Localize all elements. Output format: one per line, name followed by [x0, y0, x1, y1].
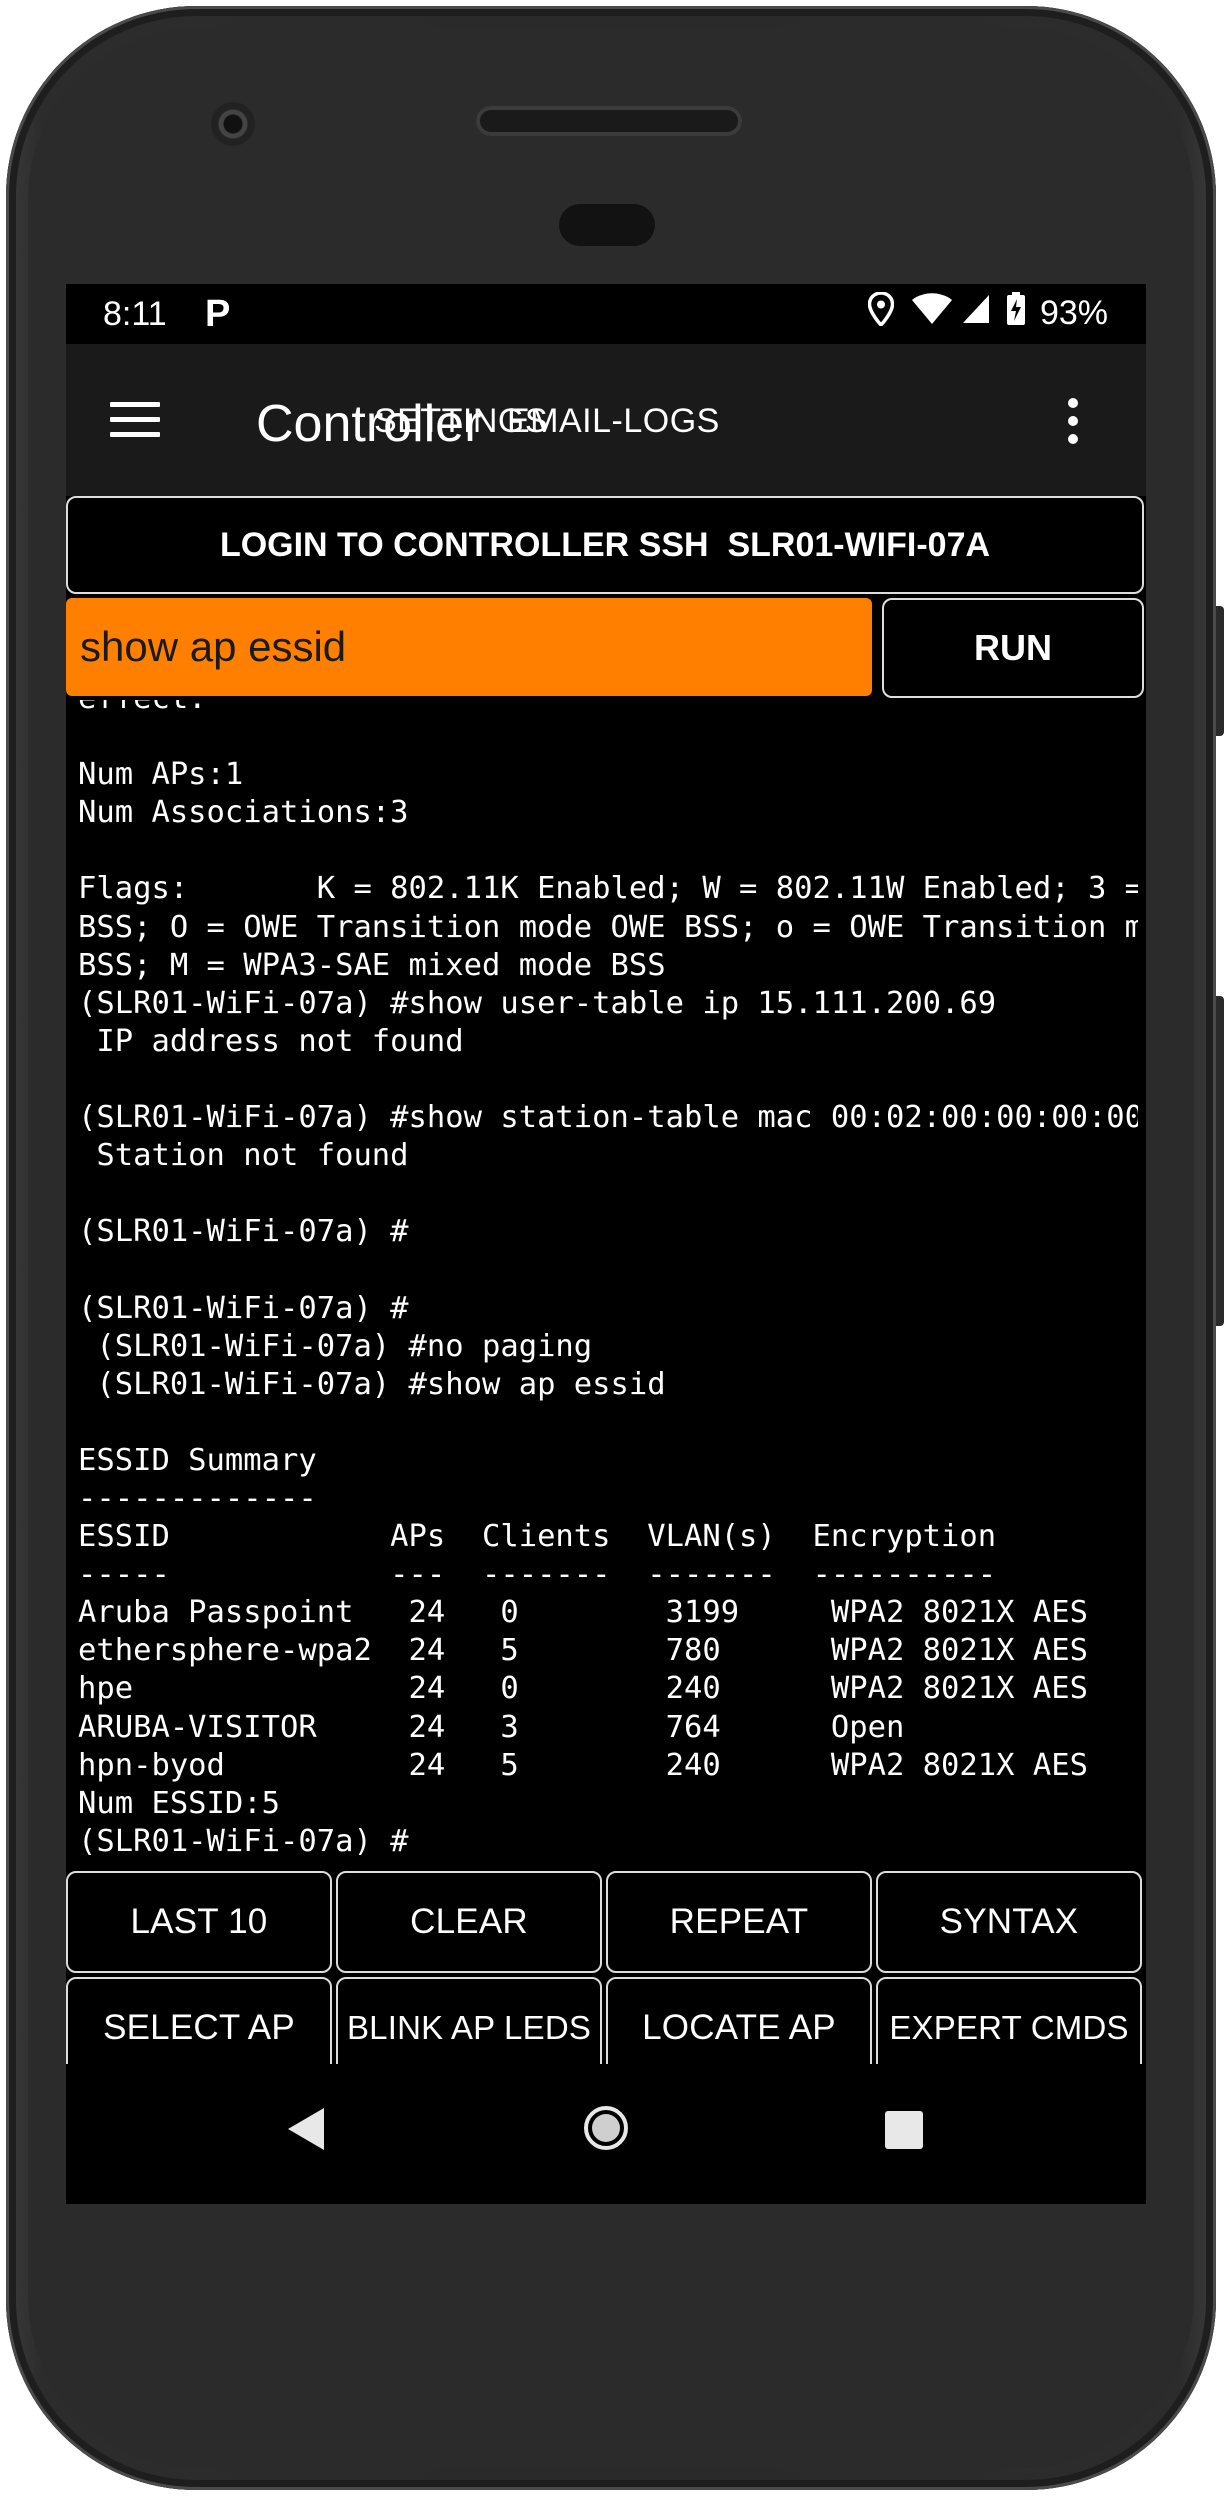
- wifi-icon: [911, 293, 952, 334]
- battery-percent: 93%: [1039, 294, 1108, 332]
- front-camera: [211, 102, 255, 146]
- location-icon: [867, 291, 895, 335]
- status-time: 8:11: [103, 295, 167, 333]
- hamburger-menu-icon[interactable]: [110, 402, 160, 438]
- recents-icon[interactable]: [884, 2110, 924, 2155]
- clear-button[interactable]: CLEAR: [336, 1871, 602, 1973]
- console-output[interactable]: effect. Num APs:1 Num Associations:3 Fla…: [78, 700, 1138, 1868]
- proximity-sensor: [559, 204, 655, 246]
- power-button: [1216, 606, 1224, 736]
- email-logs-action[interactable]: EMAIL-LOGS: [507, 402, 720, 441]
- status-bar: 8:11 P 93%: [66, 284, 1146, 344]
- status-icons: 93%: [867, 291, 1108, 335]
- last-10-button[interactable]: LAST 10: [66, 1871, 332, 1973]
- app-bar: Controller SETTINGS EMAIL-LOGS: [66, 344, 1146, 496]
- home-icon[interactable]: [582, 2104, 630, 2157]
- signal-icon: [962, 294, 990, 333]
- command-input[interactable]: show ap essid: [66, 598, 872, 696]
- more-vert-icon[interactable]: [1068, 398, 1078, 444]
- login-controller-button[interactable]: LOGIN TO CONTROLLER SSH SLR01-WIFI-07A: [66, 496, 1144, 594]
- volume-rocker: [1216, 996, 1224, 1326]
- run-button[interactable]: RUN: [882, 598, 1144, 698]
- navigation-bar: [66, 2064, 1146, 2204]
- notification-p-icon: P: [205, 293, 231, 335]
- syntax-button[interactable]: SYNTAX: [876, 1871, 1142, 1973]
- earpiece-speaker: [476, 106, 742, 136]
- console-text: effect. Num APs:1 Num Associations:3 Fla…: [78, 700, 1138, 1859]
- screen: 8:11 P 93% Controller SETTINGS EMAIL-LOG…: [66, 284, 1146, 2204]
- back-icon[interactable]: [286, 2106, 326, 2157]
- battery-charging-icon: [1006, 292, 1026, 335]
- repeat-button[interactable]: REPEAT: [606, 1871, 872, 1973]
